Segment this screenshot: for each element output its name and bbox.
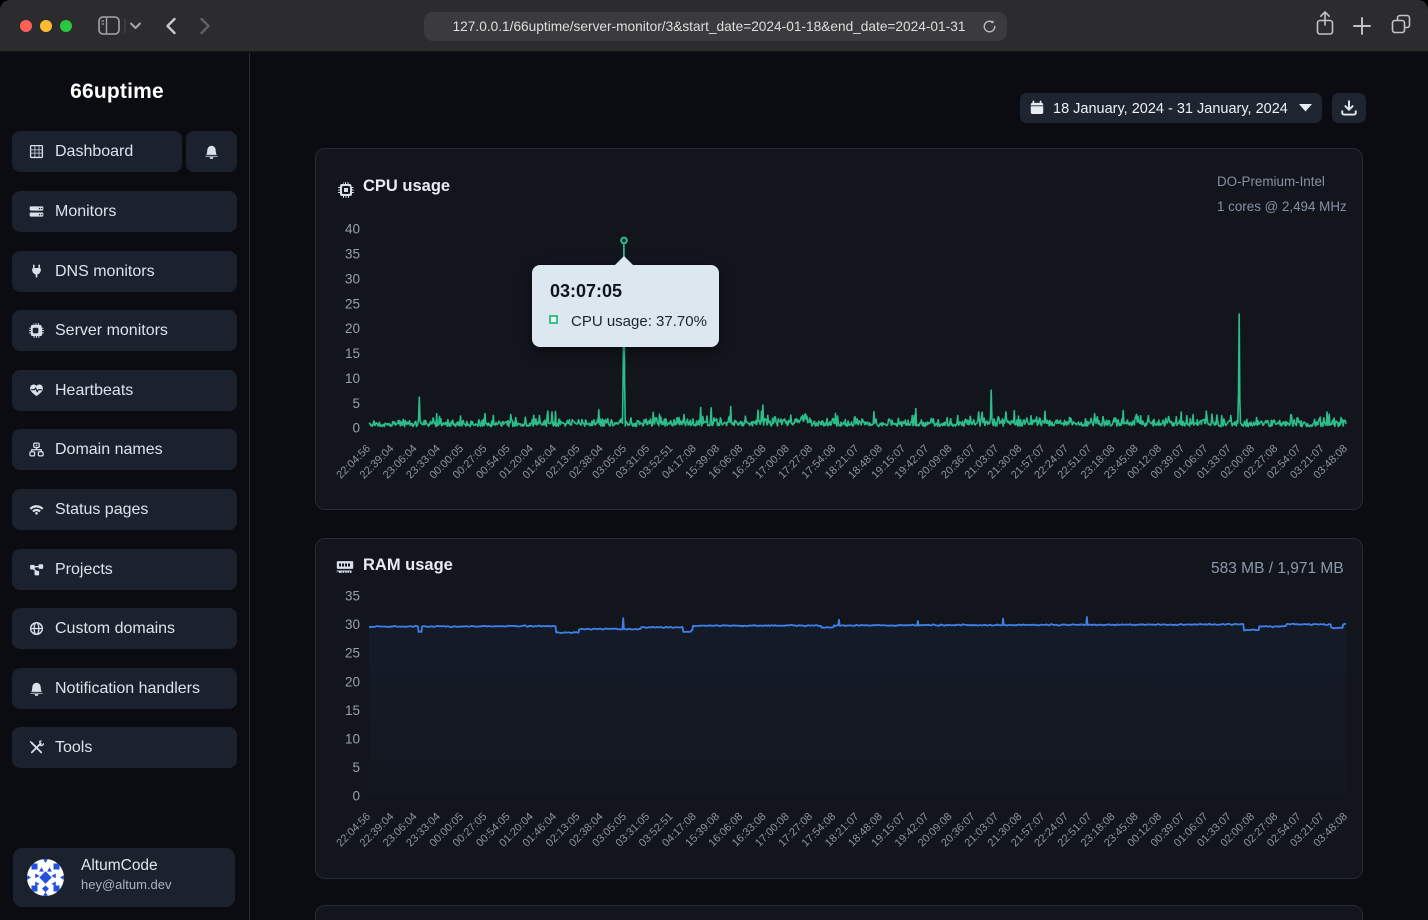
svg-text:20: 20 [345, 674, 360, 689]
svg-text:25: 25 [345, 646, 360, 661]
svg-text:10: 10 [345, 732, 360, 747]
svg-text:0: 0 [352, 421, 360, 436]
svg-text:5: 5 [352, 760, 360, 775]
svg-text:10: 10 [345, 371, 360, 386]
svg-text:40: 40 [345, 222, 360, 237]
svg-text:15: 15 [345, 346, 360, 361]
svg-text:25: 25 [345, 296, 360, 311]
svg-text:30: 30 [345, 617, 360, 632]
svg-text:15: 15 [345, 703, 360, 718]
svg-text:20: 20 [345, 321, 360, 336]
svg-text:5: 5 [352, 396, 360, 411]
svg-text:0: 0 [352, 789, 360, 804]
svg-text:35: 35 [345, 589, 360, 604]
svg-text:30: 30 [345, 271, 360, 286]
svg-text:35: 35 [345, 247, 360, 262]
